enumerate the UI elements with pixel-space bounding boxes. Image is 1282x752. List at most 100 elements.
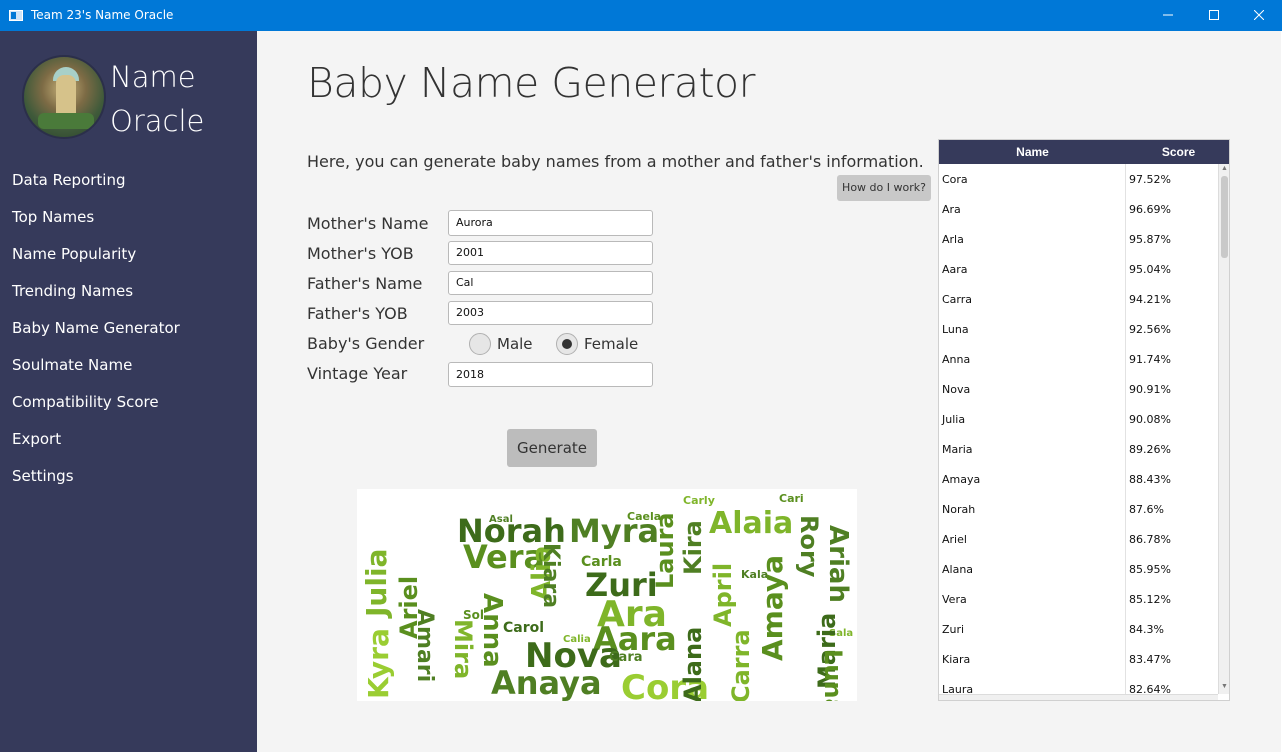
scroll-down-icon[interactable]: ▼ [1221, 683, 1228, 690]
table-header: Name Score [939, 140, 1229, 164]
cloud-word: April [709, 562, 737, 627]
father-yob-input[interactable]: 2003 [448, 301, 653, 325]
cell-name: Carra [942, 293, 973, 306]
cell-score: 95.87% [1129, 233, 1171, 246]
cell-name: Zuri [942, 623, 965, 636]
cell-score: 91.74% [1129, 353, 1171, 366]
vintage-year-label: Vintage Year [307, 364, 408, 383]
cloud-word: Carly [683, 494, 715, 507]
close-button[interactable] [1236, 0, 1282, 31]
sidebar-item-name-popularity[interactable]: Name Popularity [0, 237, 257, 274]
table-row[interactable]: Ariel 86.78% [939, 524, 1218, 554]
table-row[interactable]: Alana 85.95% [939, 554, 1218, 584]
cell-score: 86.78% [1129, 533, 1171, 546]
table-row[interactable]: Vera 85.12% [939, 584, 1218, 614]
table-horizontal-scrollbar[interactable] [939, 694, 1218, 700]
cell-name: Anna [942, 353, 971, 366]
window-title: Team 23's Name Oracle [31, 8, 174, 22]
cell-name: Arla [942, 233, 964, 246]
sidebar-item-settings[interactable]: Settings [0, 459, 257, 496]
table-row[interactable]: Aara 95.04% [939, 254, 1218, 284]
name-word-cloud: Norah Myra Alaia Vera Zuri Ara Aara Nova… [357, 489, 857, 701]
table-body: Cora 97.52% Ara 96.69% Arla 95.87% Aara 95.0… [939, 164, 1218, 700]
column-header-score[interactable]: Score [1126, 140, 1229, 164]
cell-score: 96.69% [1129, 203, 1171, 216]
sidebar-item-baby-name-generator[interactable]: Baby Name Generator [0, 311, 257, 348]
sidebar-item-trending-names[interactable]: Trending Names [0, 274, 257, 311]
cell-name: Norah [942, 503, 976, 516]
cell-score: 85.12% [1129, 593, 1171, 606]
cloud-word: Kyra [362, 628, 395, 699]
table-row[interactable]: Ara 96.69% [939, 194, 1218, 224]
table-row[interactable]: Norah 87.6% [939, 494, 1218, 524]
cell-score: 97.52% [1129, 173, 1171, 186]
results-table[interactable]: Name Score Cora 97.52% Ara 96.69% Arla 95.8… [938, 139, 1230, 701]
cloud-word: Kiara [538, 543, 563, 609]
cell-name: Kiara [942, 653, 971, 666]
table-row[interactable]: Anna 91.74% [939, 344, 1218, 374]
main-panel: Baby Name Generator Here, you can genera… [257, 31, 1281, 752]
page-title: Baby Name Generator [307, 59, 756, 107]
maximize-button[interactable] [1191, 0, 1237, 31]
vintage-year-input[interactable]: 2018 [448, 362, 653, 387]
table-row[interactable]: Zuri 84.3% [939, 614, 1218, 644]
title-bar: Team 23's Name Oracle [0, 0, 1282, 31]
cell-name: Amaya [942, 473, 981, 486]
maximize-icon [1209, 10, 1219, 20]
sidebar-item-soulmate-name[interactable]: Soulmate Name [0, 348, 257, 385]
sidebar-item-compatibility-score[interactable]: Compatibility Score [0, 385, 257, 422]
cell-score: 88.43% [1129, 473, 1171, 486]
table-row[interactable]: Julia 90.08% [939, 404, 1218, 434]
table-row[interactable]: Carra 94.21% [939, 284, 1218, 314]
cloud-word: Anaya [491, 664, 602, 701]
cell-score: 92.56% [1129, 323, 1171, 336]
radio-selected-dot [562, 339, 572, 349]
table-row[interactable]: Luna 92.56% [939, 314, 1218, 344]
cloud-word: Calia [563, 634, 591, 645]
gender-female-label[interactable]: Female [584, 335, 638, 353]
sidebar-nav: Data Reporting Top Names Name Popularity… [0, 163, 257, 496]
cloud-word: Julia [360, 548, 393, 617]
close-icon [1253, 9, 1265, 21]
table-row[interactable]: Kiara 83.47% [939, 644, 1218, 674]
gender-male-radio[interactable] [469, 333, 491, 355]
cell-score: 83.47% [1129, 653, 1171, 666]
table-row[interactable]: Nova 90.91% [939, 374, 1218, 404]
cloud-word: Alana [679, 626, 707, 701]
sidebar-item-export[interactable]: Export [0, 422, 257, 459]
cloud-word: Alaia [709, 506, 794, 541]
gender-female-radio[interactable] [556, 333, 578, 355]
cloud-word: Asal [489, 514, 513, 525]
gender-male-label[interactable]: Male [497, 335, 533, 353]
cell-score: 94.21% [1129, 293, 1171, 306]
cloud-word: Ariah [823, 525, 853, 603]
mother-name-input[interactable]: Aurora [448, 210, 653, 236]
generate-button[interactable]: Generate [507, 429, 597, 467]
sidebar-item-top-names[interactable]: Top Names [0, 200, 257, 237]
sidebar-item-data-reporting[interactable]: Data Reporting [0, 163, 257, 200]
cell-name: Ariel [942, 533, 967, 546]
scroll-up-icon[interactable]: ▲ [1221, 165, 1228, 172]
cloud-word: Cara [609, 650, 643, 665]
table-row[interactable]: Maria 89.26% [939, 434, 1218, 464]
cloud-word: Laura [651, 512, 679, 589]
mother-name-label: Mother's Name [307, 214, 429, 233]
table-row[interactable]: Arla 95.87% [939, 224, 1218, 254]
father-name-input[interactable]: Cal [448, 271, 653, 295]
table-row[interactable]: Cora 97.52% [939, 164, 1218, 194]
cell-score: 95.04% [1129, 263, 1171, 276]
cell-score: 89.26% [1129, 443, 1171, 456]
table-row[interactable]: Amaya 88.43% [939, 464, 1218, 494]
scrollbar-thumb[interactable] [1221, 176, 1228, 258]
how-do-i-work-button[interactable]: How do I work? [837, 175, 931, 201]
mother-yob-label: Mother's YOB [307, 244, 414, 263]
mother-yob-input[interactable]: 2001 [448, 241, 653, 265]
cloud-word: Carol [503, 620, 545, 636]
cell-name: Nova [942, 383, 971, 396]
cell-name: Ara [942, 203, 961, 216]
column-header-name[interactable]: Name [939, 140, 1126, 164]
brand-line-2: Oracle [110, 104, 205, 138]
minimize-button[interactable] [1145, 0, 1191, 31]
cell-name: Vera [942, 593, 967, 606]
table-vertical-scrollbar[interactable]: ▲ ▼ [1218, 164, 1229, 694]
